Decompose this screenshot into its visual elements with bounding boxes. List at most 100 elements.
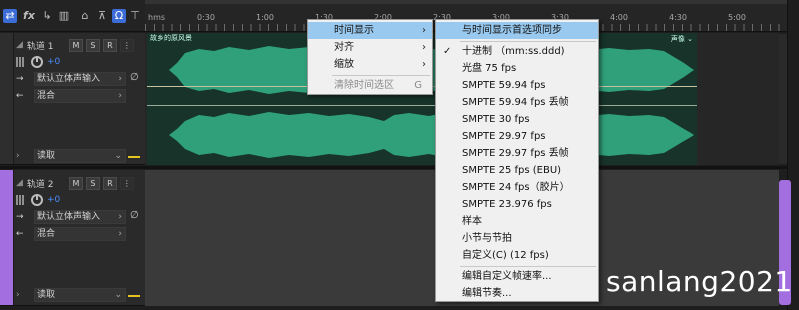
waveform-right (169, 112, 694, 158)
send-icon[interactable]: ↳ (40, 9, 54, 23)
menu-item-smpte-5994[interactable]: SMPTE 59.94 fps (436, 77, 598, 94)
ruler-unit-label: hms (148, 13, 166, 22)
track-menu-button[interactable]: ⋮ (119, 38, 134, 52)
shortcut-label: G (414, 80, 422, 91)
swap-icon[interactable]: ⇄ (3, 9, 17, 23)
menu-item-cd-75fps[interactable]: 光盘 75 fps (436, 60, 598, 77)
menu-item-snap[interactable]: 对齐 › (308, 39, 432, 56)
level-meter-icon (16, 195, 28, 205)
ruler-tick: 4:00 (610, 13, 628, 22)
track-menu-button[interactable]: ⋮ (119, 176, 134, 190)
watermark-text: sanlang2021 (606, 265, 793, 298)
checkmark-icon: ✓ (443, 46, 452, 57)
track-color-strip (0, 170, 14, 305)
menu-item-smpte-30[interactable]: SMPTE 30 fps (436, 111, 598, 128)
input-select[interactable]: 默认立体声输入 › (34, 210, 126, 224)
output-arrow-icon: ← (16, 229, 24, 239)
track-1-scroll-region[interactable] (779, 34, 787, 164)
phase-invert-icon[interactable]: ∅ (130, 210, 139, 221)
pin-icon[interactable]: ⊤ (128, 9, 142, 23)
track-name[interactable]: 轨道 2 (27, 177, 69, 190)
menu-item-smpte-25-ebu[interactable]: SMPTE 25 fps (EBU) (436, 162, 598, 179)
solo-button[interactable]: S (85, 38, 100, 52)
fx-icon[interactable]: fx (22, 9, 36, 23)
menu-separator (332, 75, 430, 76)
channel-divider (147, 105, 697, 106)
track-icon: ◢ (16, 40, 23, 50)
output-select-label: 混合 (37, 229, 56, 239)
menu-item-time-display[interactable]: 时间显示 › (308, 22, 432, 39)
expand-arrow-icon[interactable]: › (16, 290, 20, 300)
track-icon: ◢ (16, 178, 23, 188)
chevron-right-icon: › (422, 59, 426, 70)
menu-item-smpte-23976[interactable]: SMPTE 23.976 fps (436, 196, 598, 213)
menu-item-bars-beats[interactable]: 小节与节拍 (436, 230, 598, 247)
menu-item-samples[interactable]: 样本 (436, 213, 598, 230)
menu-item-sync-preferences[interactable]: 与时间显示首选项同步 (436, 22, 598, 39)
toolbar: ⇄ fx ↳ ▥ ⌂ ⊼ Ω ⊤ (0, 0, 145, 32)
menu-item-edit-tempo[interactable]: 编辑节奏... (436, 285, 598, 302)
phase-invert-icon[interactable]: ∅ (130, 72, 139, 83)
menu-item-smpte-2997-df[interactable]: SMPTE 29.97 fps 丢帧 (436, 145, 598, 162)
menu-item-smpte-2997[interactable]: SMPTE 29.97 fps (436, 128, 598, 145)
volume-knob[interactable] (31, 194, 43, 206)
mute-button[interactable]: M (68, 176, 83, 190)
menu-separator (460, 41, 596, 42)
automation-mode-label: 读取 (37, 290, 56, 300)
volume-value[interactable]: +0 (47, 195, 60, 205)
meter-icon[interactable]: ▥ (57, 9, 71, 23)
menu-item-custom-fps[interactable]: 自定义(C) (12 fps) (436, 247, 598, 264)
horizontal-zoom-bar[interactable] (145, 0, 787, 4)
output-select-label: 混合 (37, 91, 56, 101)
ruler-tick: 4:30 (669, 13, 687, 22)
record-button[interactable]: R (102, 38, 117, 52)
waveform-left (169, 46, 694, 94)
mute-button[interactable]: M (68, 38, 83, 52)
time-display-submenu: 与时间显示首选项同步 ✓ 十进制 （mm:ss.ddd) 光盘 75 fps SM… (435, 19, 599, 302)
expand-arrow-icon[interactable]: › (16, 151, 20, 161)
chevron-right-icon: › (118, 74, 122, 84)
output-select[interactable]: 混合 › (34, 227, 126, 241)
level-meter-icon (16, 57, 28, 67)
input-arrow-icon: → (16, 212, 24, 222)
automation-color-line (128, 156, 140, 158)
output-select[interactable]: 混合 › (34, 89, 126, 103)
menu-separator (460, 266, 596, 267)
output-arrow-icon: ← (16, 91, 24, 101)
ruler-tick: 5:00 (728, 13, 746, 22)
ruler-tick: 1:00 (256, 13, 274, 22)
track-color-strip (0, 33, 14, 164)
chevron-down-icon: ⌄ (114, 151, 122, 161)
automation-mode-select[interactable]: 读取 ⌄ (34, 149, 126, 163)
volume-value[interactable]: +0 (47, 57, 60, 67)
automation-mode-label: 读取 (37, 151, 56, 161)
automation-color-line (128, 295, 140, 297)
chevron-right-icon: › (422, 25, 426, 36)
track-header-2: ◢ 轨道 2 M S R ⋮ +0 → 默认立体声输入 › ∅ ← 混合 › › 读… (0, 170, 145, 306)
record-button[interactable]: R (102, 176, 117, 190)
headphones-icon[interactable]: Ω (112, 9, 126, 23)
menu-item-clear-time-selection[interactable]: 清除时间选区 G (308, 77, 432, 94)
chevron-right-icon: › (118, 91, 122, 101)
input-icon[interactable]: ⊼ (95, 9, 109, 23)
track-separator[interactable] (0, 166, 787, 169)
menu-item-smpte-5994-df[interactable]: SMPTE 59.94 fps 丢帧 (436, 94, 598, 111)
menu-item-zoom[interactable]: 缩放 › (308, 56, 432, 73)
metronome-icon[interactable]: ⌂ (78, 9, 92, 23)
volume-knob[interactable] (31, 56, 43, 68)
automation-mode-select[interactable]: 读取 ⌄ (34, 288, 126, 302)
context-menu: 时间显示 › 对齐 › 缩放 › 清除时间选区 G (307, 19, 433, 95)
chevron-right-icon: › (118, 229, 122, 239)
input-select-label: 默认立体声输入 (37, 212, 101, 222)
menu-item-smpte-24-film[interactable]: SMPTE 24 fps（胶片） (436, 179, 598, 196)
menu-item-decimal[interactable]: ✓ 十进制 （mm:ss.ddd) (436, 43, 598, 60)
chevron-right-icon: › (118, 212, 122, 222)
input-select[interactable]: 默认立体声输入 › (34, 72, 126, 86)
solo-button[interactable]: S (85, 176, 100, 190)
menu-item-edit-custom-frame-rate[interactable]: 编辑自定义帧速率... (436, 268, 598, 285)
ruler-tick: 0:30 (197, 13, 215, 22)
chevron-right-icon: › (422, 42, 426, 53)
input-select-label: 默认立体声输入 (37, 74, 101, 84)
track-name[interactable]: 轨道 1 (27, 39, 69, 52)
chevron-down-icon: ⌄ (114, 290, 122, 300)
